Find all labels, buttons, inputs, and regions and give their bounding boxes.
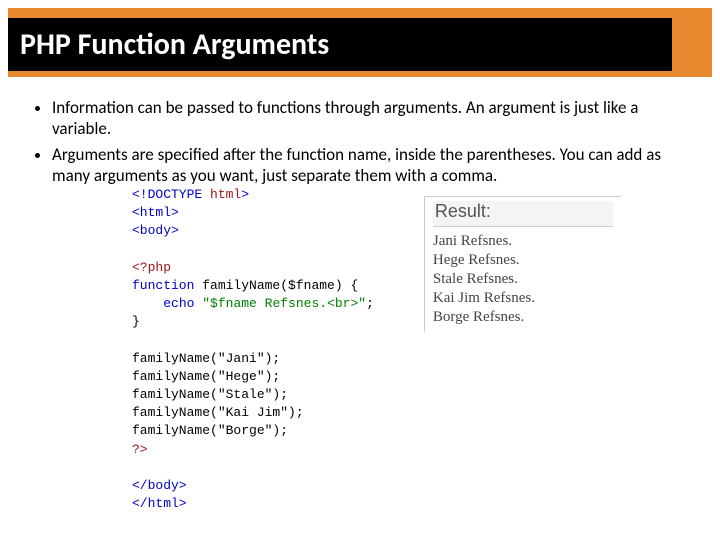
bullet-item: Information can be passed to functions t… [52,97,688,140]
bullet-list: Information can be passed to functions t… [32,97,688,186]
result-line: Borge Refsnes. [433,309,613,326]
slide-title: PHP Function Arguments [8,18,672,71]
code-token: familyName("Hege"); [132,369,280,384]
code-token: </body> [132,478,187,493]
result-label: Result: [433,201,613,227]
code-token: <!DOCTYPE [132,187,202,202]
code-token: </html> [132,496,187,511]
code-token: familyName("Borge"); [132,423,288,438]
code-result-row: <!DOCTYPE html> <html> <body> <?php func… [132,186,688,513]
code-token: familyName("Stale"); [132,387,288,402]
code-token: html [202,187,241,202]
code-token: familyName("Kai Jim"); [132,405,304,420]
code-token: familyName($fname) { [194,278,358,293]
result-line: Kai Jim Refsnes. [433,290,613,307]
code-token: ; [366,296,374,311]
code-token: } [132,314,140,329]
code-token: echo [163,296,194,311]
code-token: "$fname Refsnes.<br>" [194,296,366,311]
title-bar: PHP Function Arguments [8,8,712,77]
code-token: ?> [132,442,148,457]
code-token: <body> [132,223,179,238]
bullet-item: Arguments are specified after the functi… [52,144,688,187]
code-token: function [132,278,194,293]
code-block: <!DOCTYPE html> <html> <body> <?php func… [132,186,374,513]
result-line: Jani Refsnes. [433,233,613,250]
code-token: <?php [132,260,171,275]
result-box: Result: Jani Refsnes. Hege Refsnes. Stal… [424,196,621,332]
code-token: <html> [132,205,179,220]
result-line: Hege Refsnes. [433,252,613,269]
content-area: Information can be passed to functions t… [0,77,720,513]
code-token: > [241,187,249,202]
code-token: familyName("Jani"); [132,351,280,366]
result-line: Stale Refsnes. [433,271,613,288]
